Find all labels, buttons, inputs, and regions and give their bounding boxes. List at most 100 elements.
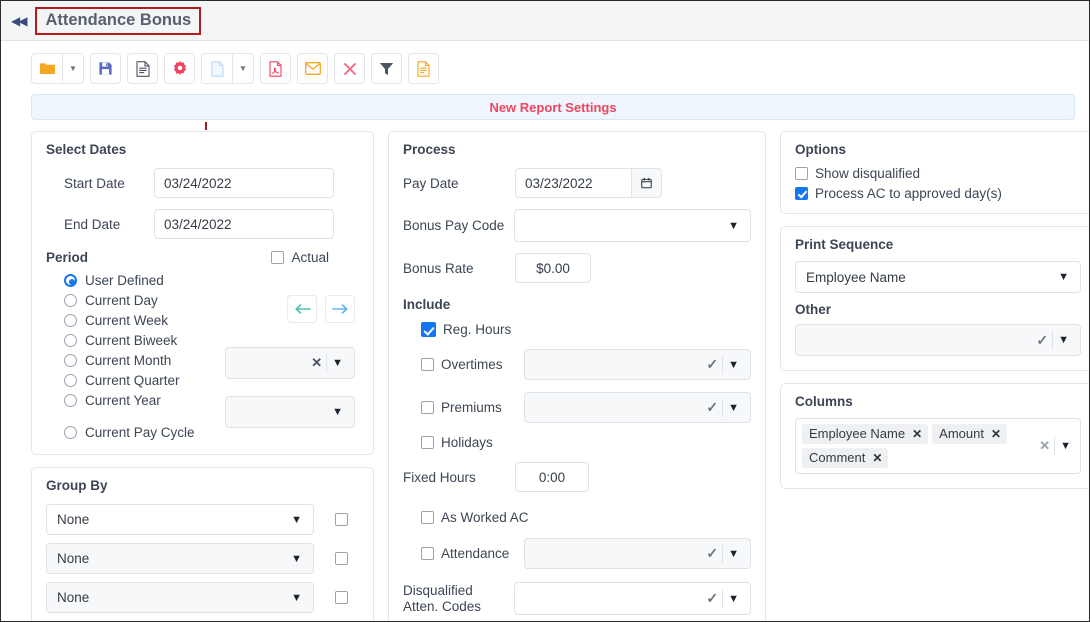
columns-tag-input[interactable]: Employee Name ✕ Amount ✕ Comment ✕ ✕ ▼ xyxy=(795,418,1081,474)
chevron-down-icon[interactable]: ▼ xyxy=(286,553,307,565)
radio-current-year[interactable] xyxy=(64,394,77,407)
clear-all-tags-icon[interactable]: ✕ xyxy=(1035,438,1054,454)
period-option-current-pay-cycle[interactable]: Current Pay Cycle xyxy=(64,425,221,440)
radio-user-defined[interactable] xyxy=(64,274,77,287)
period-option-current-week[interactable]: Current Week xyxy=(64,313,221,328)
columns-tag-list: Employee Name ✕ Amount ✕ Comment ✕ xyxy=(802,424,1035,468)
overtimes-select[interactable]: ✓ ▼ xyxy=(523,349,751,380)
radio-current-week[interactable] xyxy=(64,314,77,327)
radio-current-quarter[interactable] xyxy=(64,374,77,387)
attendance-checkbox[interactable] xyxy=(421,547,434,560)
check-confirm-icon[interactable]: ✓ xyxy=(702,590,722,607)
chevron-down-icon[interactable]: ▼ xyxy=(723,220,744,232)
process-ac-checkbox[interactable] xyxy=(795,187,808,200)
remove-tag-icon[interactable]: ✕ xyxy=(872,451,882,465)
save-button[interactable] xyxy=(90,53,121,84)
chevron-down-icon[interactable]: ▼ xyxy=(1053,334,1074,346)
page-title: Attendance Bonus xyxy=(45,10,192,29)
attendance-select[interactable]: ✓ ▼ xyxy=(523,538,751,569)
collapse-left-icon[interactable]: ◀◀ xyxy=(11,14,28,28)
group-by-select-1[interactable]: None ▼ xyxy=(46,504,314,535)
reg-hours-checkbox[interactable] xyxy=(421,322,436,337)
new-document-dropdown[interactable]: ▼ xyxy=(232,53,254,84)
remove-tag-icon[interactable]: ✕ xyxy=(912,427,922,441)
as-worked-ac-checkbox[interactable] xyxy=(421,511,434,524)
chevron-down-icon[interactable]: ▼ xyxy=(327,406,348,418)
premiums-select[interactable]: ✓ ▼ xyxy=(523,392,751,423)
period-label-user-defined: User Defined xyxy=(85,273,164,288)
include-overtimes-row: Overtimes ✓ ▼ xyxy=(403,349,751,380)
group-by-checkbox-3[interactable] xyxy=(335,591,348,604)
chevron-down-icon[interactable]: ▼ xyxy=(1055,440,1076,452)
export-pdf-button[interactable] xyxy=(260,53,291,84)
pay-date-input[interactable]: 03/23/2022 xyxy=(515,168,632,198)
check-confirm-icon[interactable]: ✓ xyxy=(702,356,722,373)
chevron-down-icon[interactable]: ▼ xyxy=(723,359,744,371)
check-confirm-icon[interactable]: ✓ xyxy=(702,399,722,416)
chevron-down-icon[interactable]: ▼ xyxy=(327,357,348,369)
open-folder-dropdown[interactable]: ▼ xyxy=(62,53,84,84)
settings-button[interactable] xyxy=(164,53,195,84)
period-prev-button[interactable] xyxy=(287,295,317,323)
notes-button[interactable] xyxy=(408,53,439,84)
bonus-rate-input[interactable]: $0.00 xyxy=(515,253,591,283)
end-date-input[interactable]: 03/24/2022 xyxy=(154,209,334,239)
filter-button[interactable] xyxy=(371,53,402,84)
radio-current-biweek[interactable] xyxy=(64,334,77,347)
actual-checkbox[interactable] xyxy=(271,251,285,264)
period-option-current-day[interactable]: Current Day xyxy=(64,293,221,308)
period-option-user-defined[interactable]: User Defined xyxy=(64,273,221,288)
group-by-select-3[interactable]: None ▼ xyxy=(46,582,314,613)
open-folder-button[interactable] xyxy=(31,53,62,84)
period-label-current-day: Current Day xyxy=(85,293,158,308)
group-by-checkbox-1[interactable] xyxy=(335,513,348,526)
holidays-checkbox[interactable] xyxy=(421,436,434,449)
period-option-current-month[interactable]: Current Month xyxy=(64,353,221,368)
period-option-current-biweek[interactable]: Current Biweek xyxy=(64,333,221,348)
page-title-highlight: Attendance Bonus xyxy=(35,6,202,35)
group-by-row-2: None ▼ xyxy=(46,543,359,574)
chevron-down-icon[interactable]: ▼ xyxy=(1053,271,1074,283)
pay-date-calendar-button[interactable] xyxy=(632,168,662,198)
option-process-ac-approved[interactable]: Process AC to approved day(s) xyxy=(795,186,1081,201)
chevron-down-icon[interactable]: ▼ xyxy=(723,548,744,560)
other-select[interactable]: ✓ ▼ xyxy=(795,324,1081,356)
report-button[interactable] xyxy=(127,53,158,84)
clear-icon[interactable]: ✕ xyxy=(307,355,326,371)
premiums-checkbox[interactable] xyxy=(421,401,434,414)
group-by-select-2[interactable]: None ▼ xyxy=(46,543,314,574)
new-document-button[interactable] xyxy=(201,53,232,84)
chevron-down-icon[interactable]: ▼ xyxy=(286,592,307,604)
delete-button[interactable] xyxy=(334,53,365,84)
folder-icon xyxy=(39,62,55,74)
envelope-icon xyxy=(304,62,321,75)
chevron-down-icon[interactable]: ▼ xyxy=(723,402,744,414)
overtimes-checkbox[interactable] xyxy=(421,358,434,371)
chevron-down-icon[interactable]: ▼ xyxy=(286,514,307,526)
show-disqualified-checkbox[interactable] xyxy=(795,167,808,180)
columns-tag-comment: Comment ✕ xyxy=(802,448,889,468)
email-button[interactable] xyxy=(297,53,328,84)
pay-cycle-select[interactable]: ▼ xyxy=(225,396,355,428)
chevron-down-icon[interactable]: ▼ xyxy=(723,593,744,605)
radio-current-day[interactable] xyxy=(64,294,77,307)
left-column: Select Dates Start Date 03/24/2022 End D… xyxy=(31,131,374,621)
print-sequence-select[interactable]: Employee Name ▼ xyxy=(795,261,1081,293)
period-next-button[interactable] xyxy=(325,295,355,323)
select-dates-panel: Select Dates Start Date 03/24/2022 End D… xyxy=(31,131,374,455)
process-panel: Process Pay Date 03/23/2022 Bonus Pay Co… xyxy=(388,131,766,621)
check-confirm-icon[interactable]: ✓ xyxy=(702,545,722,562)
bonus-pay-code-select[interactable]: ▼ xyxy=(514,209,751,242)
radio-current-month[interactable] xyxy=(64,354,77,367)
period-option-current-year[interactable]: Current Year xyxy=(64,393,221,408)
radio-current-pay-cycle[interactable] xyxy=(64,426,77,439)
remove-tag-icon[interactable]: ✕ xyxy=(991,427,1001,441)
disqualified-atten-codes-select[interactable]: ✓ ▼ xyxy=(514,582,751,615)
quarter-year-select[interactable]: ✕ ▼ xyxy=(225,347,355,379)
start-date-input[interactable]: 03/24/2022 xyxy=(154,168,334,198)
option-show-disqualified[interactable]: Show disqualified xyxy=(795,166,1081,181)
period-option-current-quarter[interactable]: Current Quarter xyxy=(64,373,221,388)
group-by-checkbox-2[interactable] xyxy=(335,552,348,565)
fixed-hours-input[interactable]: 0:00 xyxy=(515,462,589,492)
check-confirm-icon[interactable]: ✓ xyxy=(1032,332,1052,349)
